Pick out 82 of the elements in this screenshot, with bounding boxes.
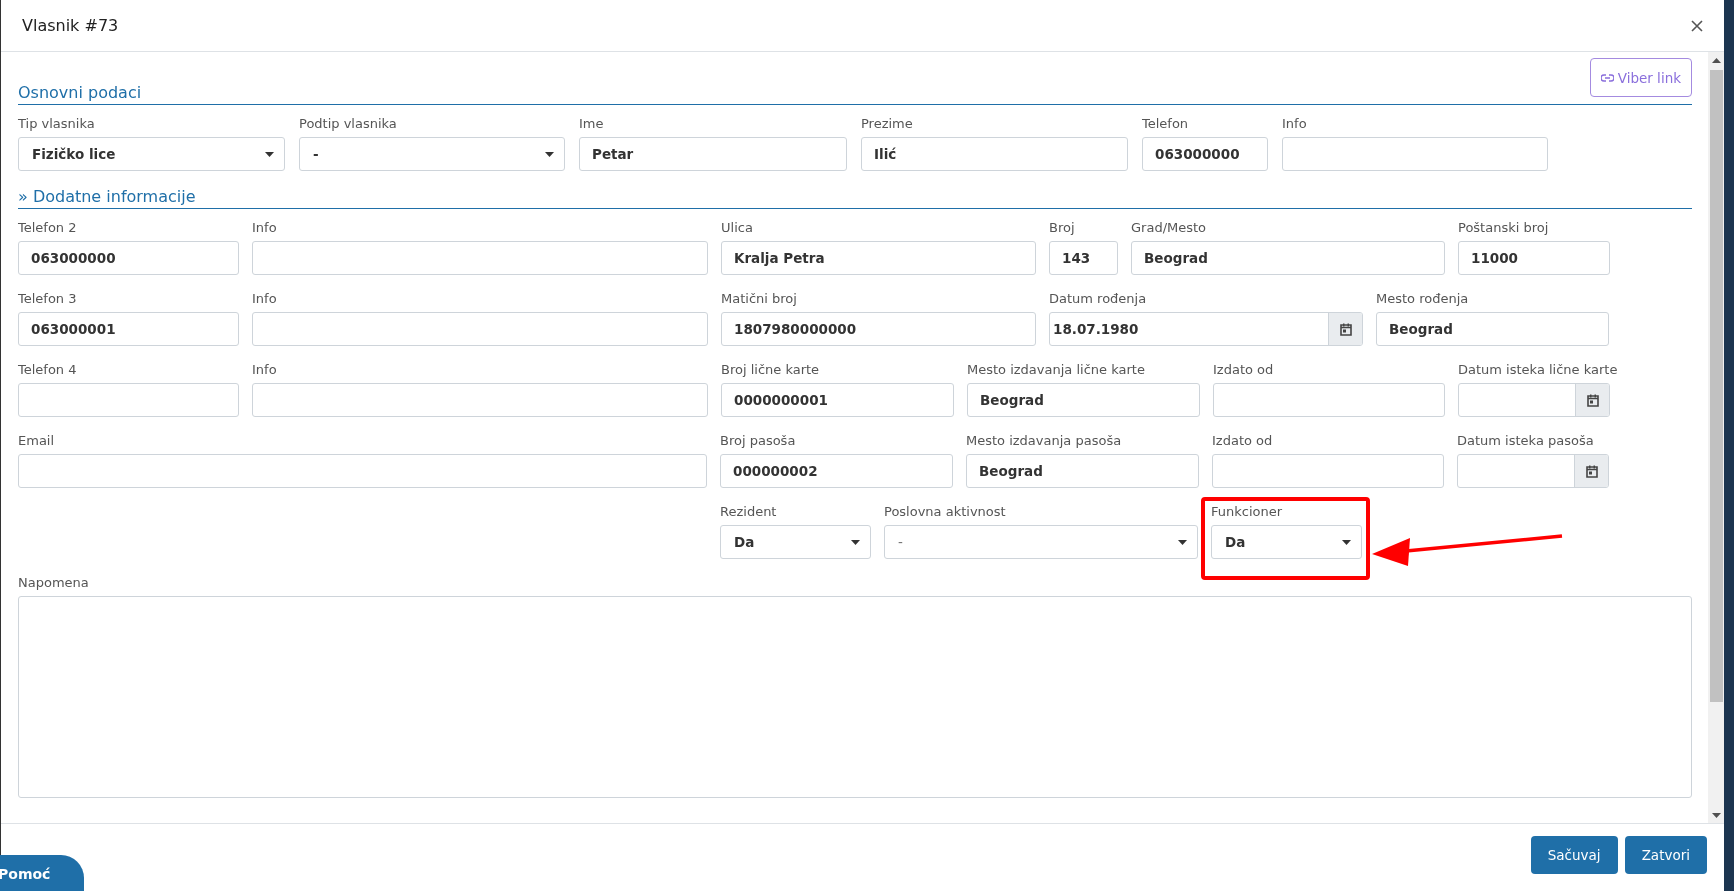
input-field[interactable] [252,312,708,346]
footer-button[interactable]: Sačuvaj [1530,836,1618,874]
input-field[interactable]: Beograd [1131,241,1445,275]
input-field[interactable]: Beograd [1376,312,1609,346]
input-field[interactable]: 11000 [1458,241,1610,275]
dialog-title: Vlasnik #73 [22,16,119,35]
caret-icon [1178,539,1187,545]
input-field[interactable]: Kralja Petra [721,241,1036,275]
section-heading: » Dodatne informacije [18,187,196,206]
field-label: Poštanski broj [1458,220,1549,235]
field-label: Info [252,220,277,235]
input-field[interactable]: 063000001 [18,312,239,346]
input-field[interactable] [18,383,239,417]
field-label: Email [18,433,55,448]
input-field[interactable]: 063000000 [1142,137,1268,171]
link-icon [1600,73,1614,82]
calendar-icon[interactable] [1585,464,1598,478]
date-field[interactable]: 18.07.1980 [1049,312,1363,346]
input-field[interactable]: Ilić [861,137,1128,171]
input-field[interactable]: 0000000001 [721,383,954,417]
select-field[interactable]: Da [720,525,871,559]
field-label: Mesto izdavanja lične karte [967,362,1145,377]
field-label: Ulica [721,220,753,235]
footer-button[interactable]: Zatvori [1624,836,1707,874]
input-field[interactable]: Petar [579,137,847,171]
caret-icon [265,151,274,157]
input-field[interactable] [1213,383,1445,417]
caret-icon [851,539,860,545]
input-field[interactable]: Beograd [966,454,1199,488]
field-label: Ime [579,116,604,131]
input-field[interactable] [1282,137,1548,171]
field-label: Tip vlasnika [18,116,95,131]
section-heading: Osnovni podaci [18,83,142,102]
field-label: Napomena [18,575,89,590]
field-label: Funkcioner [1211,504,1283,519]
field-label: Rezident [720,504,777,519]
input-field[interactable] [252,241,708,275]
field-label: Telefon [1142,116,1189,131]
caret-icon [545,151,554,157]
help-button[interactable]: Pomoć [0,855,84,891]
field-label: Info [1282,116,1307,131]
input-field[interactable] [1212,454,1444,488]
field-label: Datum rođenja [1049,291,1147,306]
field-label: Info [252,291,277,306]
field-label: Broj pasoša [720,433,796,448]
calendar-icon[interactable] [1586,393,1599,407]
field-label: Datum isteka lične karte [1458,362,1618,377]
select-field[interactable]: - [884,525,1198,559]
field-label: Telefon 4 [18,362,77,377]
field-label: Matični broj [721,291,797,306]
input-field[interactable] [18,454,707,488]
select-field[interactable]: - [299,137,565,171]
date-field[interactable] [1457,454,1609,488]
field-label: Mesto izdavanja pasoša [966,433,1122,448]
calendar-icon[interactable] [1339,322,1352,336]
field-label: Izdato od [1213,362,1274,377]
field-label: Info [252,362,277,377]
caret-icon [1342,539,1351,545]
field-label: Broj [1049,220,1075,235]
field-label: Datum isteka pasoša [1457,433,1594,448]
scroll-down-icon[interactable] [1711,812,1721,818]
input-field[interactable]: 143 [1049,241,1118,275]
field-label: Mesto rođenja [1376,291,1469,306]
scroll-up-icon[interactable] [1711,57,1721,63]
viber-link-button[interactable]: Viber link [1589,58,1692,97]
field-label: Podtip vlasnika [299,116,397,131]
field-label: Telefon 2 [18,220,77,235]
field-label: Telefon 3 [18,291,77,306]
input-field[interactable]: Beograd [967,383,1200,417]
field-label: Grad/Mesto [1131,220,1207,235]
input-field[interactable]: 063000000 [18,241,239,275]
select-field[interactable]: Da [1211,525,1362,559]
input-field[interactable]: 000000002 [720,454,953,488]
note-textarea[interactable] [18,596,1692,798]
date-field[interactable] [1458,383,1610,417]
input-field[interactable] [252,383,708,417]
input-field[interactable]: 1807980000000 [721,312,1036,346]
select-field[interactable]: Fizičko lice [18,137,285,171]
field-label: Poslovna aktivnost [884,504,1006,519]
field-label: Prezime [861,116,913,131]
field-label: Broj lične karte [721,362,820,377]
field-label: Izdato od [1212,433,1273,448]
